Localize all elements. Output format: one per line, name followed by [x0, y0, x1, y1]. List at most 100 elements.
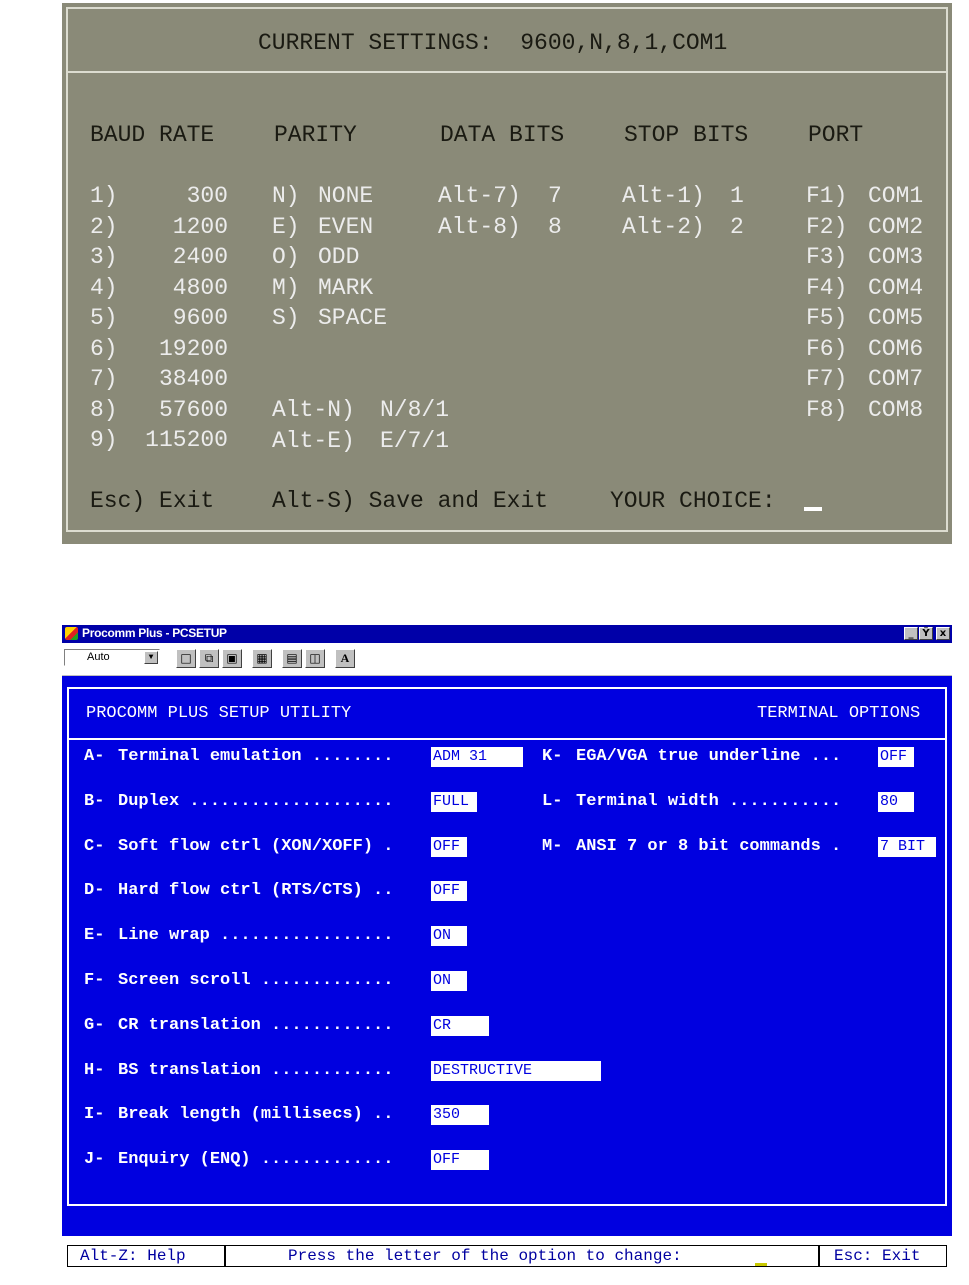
- parity-option-value[interactable]: ODD: [318, 244, 359, 270]
- option-key[interactable]: C-: [84, 837, 104, 857]
- parity-option-value[interactable]: MARK: [318, 275, 373, 301]
- option-value-field[interactable]: OFF: [431, 881, 467, 902]
- port-option-key[interactable]: F2): [806, 214, 847, 240]
- option-value-field[interactable]: CR: [431, 1015, 489, 1036]
- baud-rate-option-key[interactable]: 5): [90, 305, 118, 331]
- option-value-field[interactable]: 350: [431, 1105, 489, 1126]
- parity-shortcut-option-value[interactable]: E/7/1: [380, 428, 449, 454]
- stop-bits-option-value[interactable]: 2: [730, 214, 744, 240]
- parity-option-value[interactable]: SPACE: [318, 305, 387, 331]
- fullscreen-button[interactable]: ▦: [252, 649, 272, 668]
- parity-option-key[interactable]: N): [272, 183, 300, 209]
- port-option-value[interactable]: COM8: [868, 397, 923, 423]
- procomm-app-icon[interactable]: [65, 627, 78, 640]
- parity-option-key[interactable]: E): [272, 214, 300, 240]
- data-bits-option-value[interactable]: 8: [548, 214, 562, 240]
- port-option-value[interactable]: COM2: [868, 214, 923, 240]
- baud-rate-option-value[interactable]: 2400: [132, 244, 228, 270]
- option-key[interactable]: G-: [84, 1016, 104, 1036]
- option-value-field[interactable]: FULL: [431, 791, 477, 812]
- option-key[interactable]: A-: [84, 747, 104, 767]
- port-option-key[interactable]: F5): [806, 305, 847, 331]
- option-key[interactable]: E-: [84, 926, 104, 946]
- mark-button[interactable]: □: [176, 649, 196, 668]
- option-value-field[interactable]: OFF: [431, 1150, 489, 1171]
- baud-rate-option-key[interactable]: 2): [90, 214, 118, 240]
- option-value-field[interactable]: 80: [878, 791, 914, 812]
- port-option-key[interactable]: F3): [806, 244, 847, 270]
- parity-option-key[interactable]: M): [272, 275, 300, 301]
- data-bits-option-value[interactable]: 7: [548, 183, 562, 209]
- baud-rate-option-key[interactable]: 9): [90, 427, 118, 453]
- parity-option-value[interactable]: EVEN: [318, 214, 373, 240]
- port-option-key[interactable]: F7): [806, 366, 847, 392]
- title-bar[interactable]: Procomm Plus - PCSETUP _ Ÿ x: [62, 625, 952, 643]
- baud-rate-option-key[interactable]: 4): [90, 275, 118, 301]
- port-option-key[interactable]: F1): [806, 183, 847, 209]
- option-value-field[interactable]: ON: [431, 971, 467, 991]
- port-option-value[interactable]: COM4: [868, 275, 923, 301]
- copy-button[interactable]: ⧉: [199, 649, 219, 668]
- option-value-field[interactable]: OFF: [431, 836, 467, 857]
- stop-bits-option-value[interactable]: 1: [730, 183, 744, 209]
- option-key[interactable]: D-: [84, 881, 104, 901]
- exit-hint[interactable]: Esc: Exit: [819, 1245, 947, 1267]
- port-option-value[interactable]: COM3: [868, 244, 923, 270]
- exit-option[interactable]: Esc) Exit: [90, 488, 214, 514]
- baud-rate-option-value[interactable]: 57600: [132, 397, 228, 423]
- baud-rate-option-key[interactable]: 3): [90, 244, 118, 270]
- port-option-key[interactable]: F4): [806, 275, 847, 301]
- properties-button[interactable]: ▤: [282, 649, 302, 668]
- option-value-field[interactable]: ON: [431, 926, 467, 947]
- parity-shortcut-option-key[interactable]: Alt-N): [272, 397, 355, 423]
- port-option-key[interactable]: F6): [806, 336, 847, 362]
- parity-shortcut-option-value[interactable]: N/8/1: [380, 397, 449, 423]
- parity-option-key[interactable]: O): [272, 244, 300, 270]
- baud-rate-option-value[interactable]: 19200: [132, 336, 228, 362]
- port-option-value[interactable]: COM1: [868, 183, 923, 209]
- paste-button[interactable]: ▣: [222, 649, 242, 668]
- option-value-field[interactable]: DESTRUCTIVE: [431, 1060, 601, 1081]
- option-value-field[interactable]: 7 BIT: [878, 836, 936, 857]
- option-key[interactable]: L-: [542, 792, 562, 812]
- help-hint[interactable]: Alt-Z: Help: [67, 1245, 225, 1267]
- port-option-value[interactable]: COM6: [868, 336, 923, 362]
- text-cursor[interactable]: [804, 507, 822, 511]
- text-cursor[interactable]: [755, 1263, 767, 1266]
- baud-rate-option-key[interactable]: 8): [90, 397, 118, 423]
- maximize-button[interactable]: Ÿ: [919, 627, 933, 640]
- baud-rate-option-key[interactable]: 6): [90, 336, 118, 362]
- parity-option-value[interactable]: NONE: [318, 183, 373, 209]
- option-value-field[interactable]: OFF: [878, 747, 914, 767]
- option-value-field[interactable]: ADM 31: [431, 747, 523, 767]
- baud-rate-option-key[interactable]: 7): [90, 366, 118, 392]
- baud-rate-option-value[interactable]: 1200: [132, 214, 228, 240]
- save-and-exit-option[interactable]: Alt-S) Save and Exit: [272, 488, 548, 514]
- font-button[interactable]: A: [335, 649, 355, 668]
- stop-bits-option-key[interactable]: Alt-1): [622, 183, 705, 209]
- background-button[interactable]: ◫: [305, 649, 325, 668]
- option-key[interactable]: J-: [84, 1150, 104, 1170]
- parity-shortcut-option-key[interactable]: Alt-E): [272, 428, 355, 454]
- font-size-select[interactable]: Auto ▼: [64, 649, 160, 666]
- baud-rate-option-value[interactable]: 300: [132, 183, 228, 209]
- data-bits-option-key[interactable]: Alt-7): [438, 183, 521, 209]
- option-key[interactable]: I-: [84, 1105, 104, 1125]
- baud-rate-option-value[interactable]: 38400: [132, 366, 228, 392]
- port-option-key[interactable]: F8): [806, 397, 847, 423]
- minimize-button[interactable]: _: [904, 627, 918, 640]
- close-button[interactable]: x: [936, 627, 950, 640]
- port-option-value[interactable]: COM5: [868, 305, 923, 331]
- baud-rate-option-key[interactable]: 1): [90, 183, 118, 209]
- baud-rate-option-value[interactable]: 4800: [132, 275, 228, 301]
- parity-option-key[interactable]: S): [272, 305, 300, 331]
- stop-bits-option-key[interactable]: Alt-2): [622, 214, 705, 240]
- option-key[interactable]: H-: [84, 1061, 104, 1081]
- baud-rate-option-value[interactable]: 9600: [132, 305, 228, 331]
- option-key[interactable]: F-: [84, 971, 104, 991]
- port-option-value[interactable]: COM7: [868, 366, 923, 392]
- option-key[interactable]: K-: [542, 747, 562, 767]
- option-key[interactable]: B-: [84, 792, 104, 812]
- data-bits-option-key[interactable]: Alt-8): [438, 214, 521, 240]
- baud-rate-option-value[interactable]: 115200: [132, 427, 228, 453]
